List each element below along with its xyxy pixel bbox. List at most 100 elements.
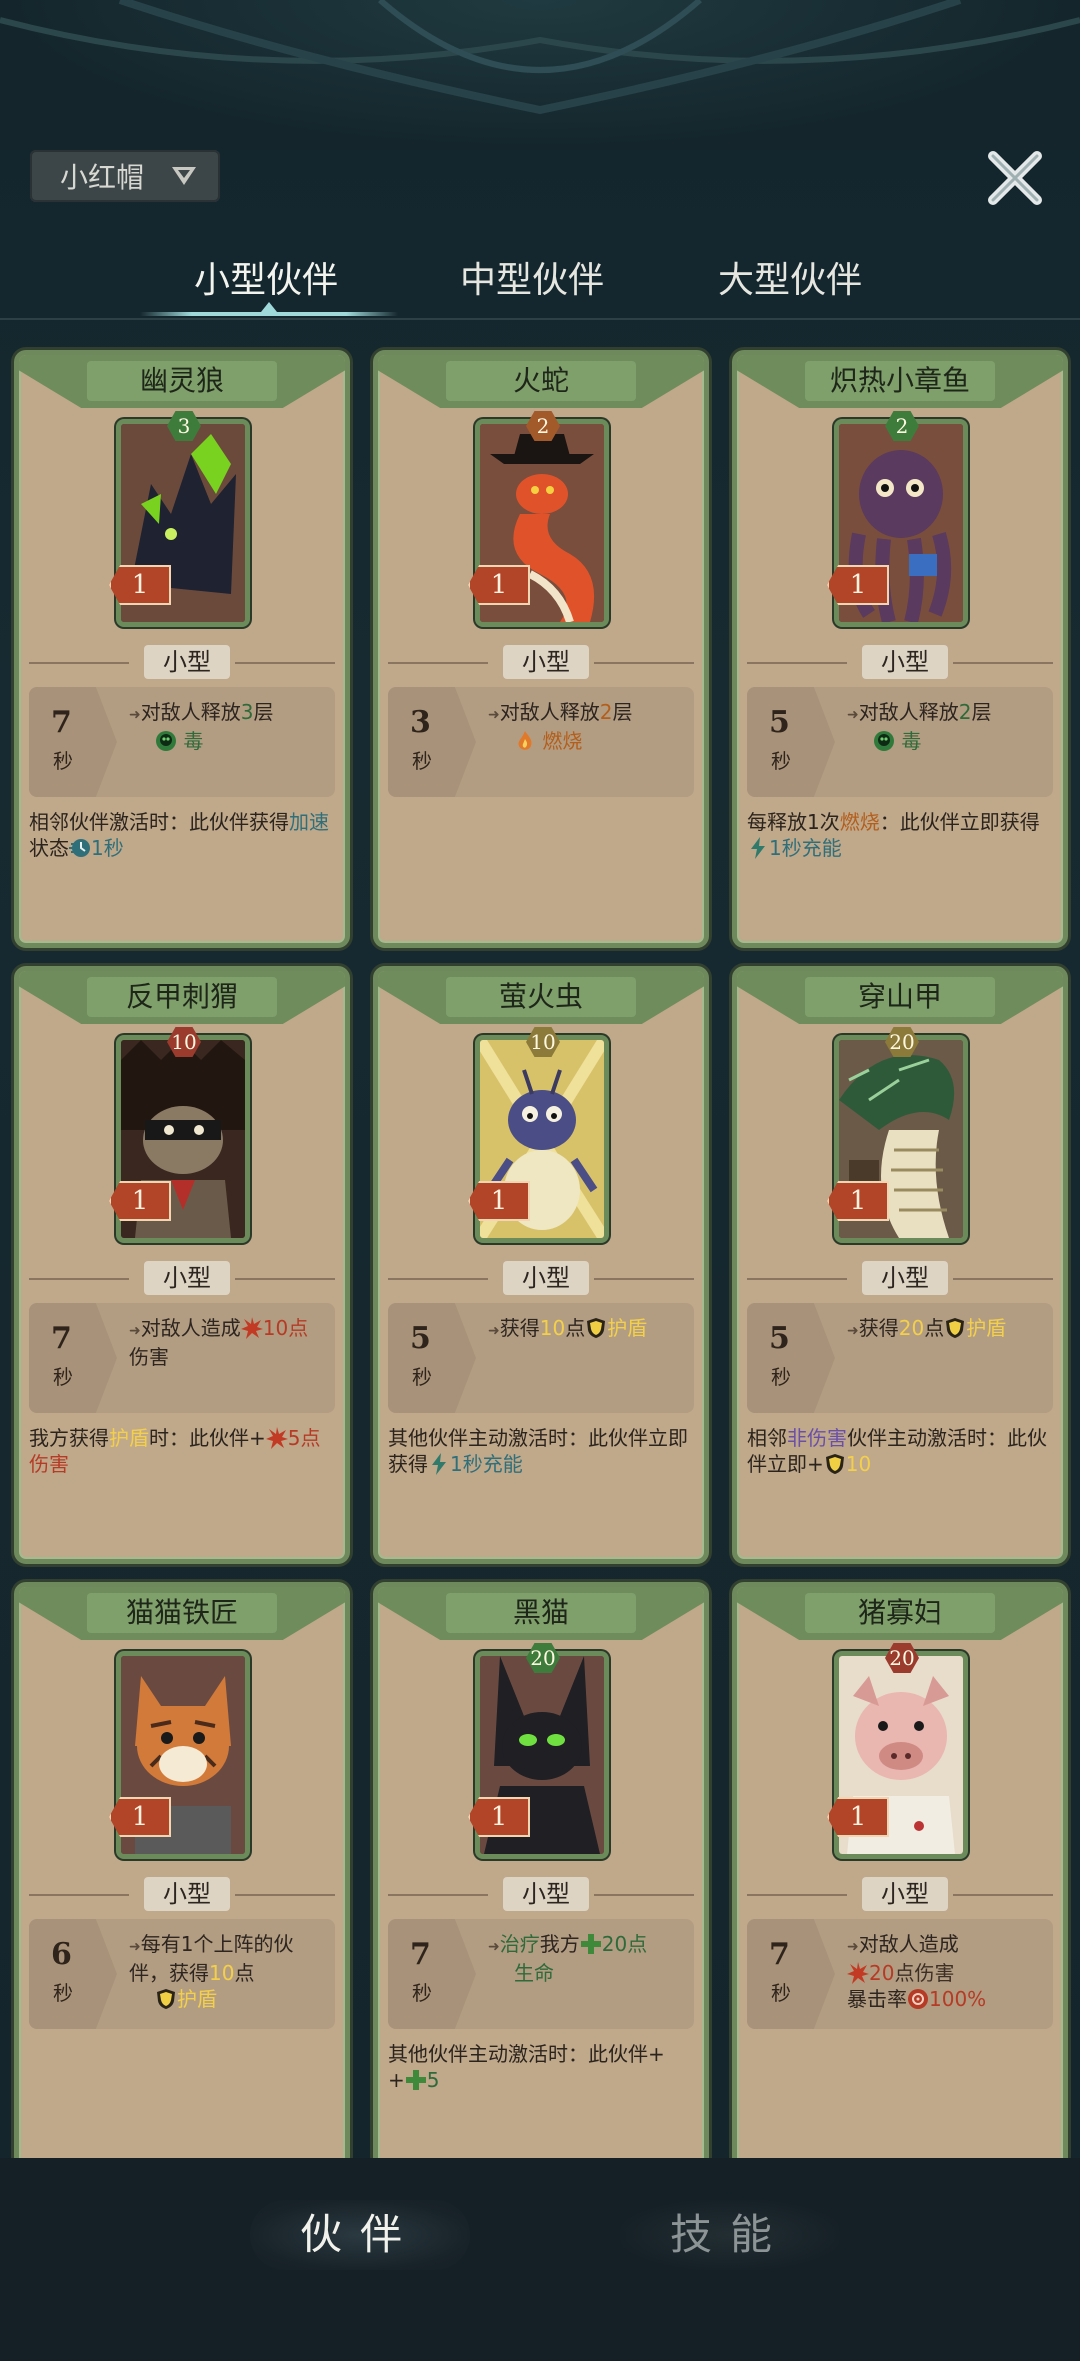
cooldown-value: 7 xyxy=(769,1937,790,1972)
effect-keyword: 毒 xyxy=(183,729,204,753)
burn-flame-icon xyxy=(514,730,536,752)
size-label: 小型 xyxy=(862,645,948,679)
level-tag: 1 xyxy=(109,1181,171,1221)
active-effect: ➜对敌人释放2层 毒 xyxy=(847,700,992,753)
effect-suffix: 点 xyxy=(924,1316,945,1340)
companion-card[interactable]: 萤火虫 10 1 小型 5 秒 ➜获得10点 护盾 其他伙伴主动激活时：此伙伴立… xyxy=(373,966,709,1564)
companion-card[interactable]: 反甲刺猬 10 1 小型 7 秒 ➜对敌人造成 10点 伤害 我方获得护盾时：此… xyxy=(14,966,350,1564)
effect-value: 10 xyxy=(539,1316,566,1340)
cooldown-timer: 5 秒 xyxy=(388,1303,476,1413)
divider xyxy=(29,1278,129,1280)
size-row: 小型 xyxy=(388,1261,694,1297)
effect-keyword: 生命 xyxy=(514,1961,554,1985)
companion-name: 火蛇 xyxy=(446,361,636,401)
passive-value: 1秒 xyxy=(91,836,124,860)
companion-card[interactable]: 火蛇 2 1 小型 3 秒 ➜对敌人释放2层 燃烧 xyxy=(373,350,709,948)
level-tag: 1 xyxy=(827,1797,889,1837)
companion-name: 炽热小章鱼 xyxy=(805,361,995,401)
effect-value: 2 xyxy=(599,700,613,724)
stat-box: 5 秒 ➜获得20点 护盾 xyxy=(747,1303,1053,1413)
size-label: 小型 xyxy=(503,645,589,679)
companion-card[interactable]: 幽灵狼 3 1 小型 7 秒 ➜对敌人释放3层 毒 相邻伙伴激活时：此伙伴获得加… xyxy=(14,350,350,948)
passive-text: 相邻 xyxy=(747,1426,787,1450)
divider xyxy=(747,1278,847,1280)
crit-label: 暴击率 xyxy=(847,1987,907,2011)
cooldown-unit: 秒 xyxy=(771,749,791,773)
tab-caret-icon xyxy=(261,302,277,312)
effect-keyword: 伤害 xyxy=(129,1345,169,1369)
divider xyxy=(747,1894,847,1896)
cooldown-value: 3 xyxy=(410,705,431,740)
size-row: 小型 xyxy=(747,1261,1053,1297)
effect-keyword: 毒 xyxy=(901,729,922,753)
companion-card[interactable]: 黑猫 20 1 小型 7 秒 ➜治疗我方 20点 生命 其他伙伴主动激活时：此伙… xyxy=(373,1582,709,2180)
stat-box: 7 秒 ➜对敌人造成 10点 伤害 xyxy=(29,1303,335,1413)
active-effect: ➜获得20点 护盾 xyxy=(847,1316,1007,1340)
stat-box: 6 秒 ➜每有1个上阵的伙伴，获得10点 护盾 xyxy=(29,1919,335,2029)
size-row: 小型 xyxy=(29,1877,335,1913)
cooldown-unit: 秒 xyxy=(771,1365,791,1389)
size-row: 小型 xyxy=(747,1877,1053,1913)
cooldown-timer: 5 秒 xyxy=(747,1303,835,1413)
close-icon[interactable] xyxy=(985,148,1045,208)
effect-text: 我方 xyxy=(539,1932,580,1956)
passive-keyword: 伤害 xyxy=(29,1452,69,1476)
tab-large[interactable]: 大型伙伴 xyxy=(718,256,862,316)
tab-active-indicator xyxy=(140,312,398,316)
divider xyxy=(747,662,847,664)
passive-keyword: 充能 xyxy=(801,836,842,860)
cooldown-unit: 秒 xyxy=(53,1981,73,2005)
divider xyxy=(235,1894,335,1896)
cooldown-unit: 秒 xyxy=(53,749,73,773)
tab-medium[interactable]: 中型伙伴 xyxy=(460,256,604,316)
header-decoration xyxy=(0,0,1080,150)
cooldown-timer: 3 秒 xyxy=(388,687,476,797)
poison-skull-icon xyxy=(873,730,895,752)
effect-value: 20 xyxy=(601,1932,628,1956)
stat-box: 3 秒 ➜对敌人释放2层 燃烧 xyxy=(388,687,694,797)
passive-keyword: 充能 xyxy=(482,1452,523,1476)
size-label: 小型 xyxy=(144,1877,230,1911)
effect-suffix: 点 xyxy=(565,1316,586,1340)
size-row: 小型 xyxy=(29,1261,335,1297)
companion-card[interactable]: 穿山甲 20 1 小型 5 秒 ➜获得20点 护盾 相邻非伤害伙伴主动激活时：此… xyxy=(732,966,1068,1564)
size-tabs: 小型伙伴 中型伙伴 大型伙伴 xyxy=(0,250,1080,320)
crit-target-icon xyxy=(907,1988,929,2010)
level-tag: 1 xyxy=(109,1797,171,1837)
effect-value: 3 xyxy=(240,700,254,724)
poison-skull-icon xyxy=(155,730,177,752)
passive-effect: 其他伙伴主动激活时：此伙伴+ +5 xyxy=(388,2042,665,2092)
passive-text: 我方获得 xyxy=(29,1426,109,1450)
companion-card[interactable]: 炽热小章鱼 2 1 小型 5 秒 ➜对敌人释放2层 毒 每释放1次燃烧：此伙伴立… xyxy=(732,350,1068,948)
divider xyxy=(29,662,129,664)
divider xyxy=(594,1894,694,1896)
nav-companions[interactable]: 伙伴 xyxy=(250,2200,470,2270)
chevron-down-icon xyxy=(172,167,197,185)
active-effect: ➜治疗我方 20点 生命 xyxy=(488,1932,648,1985)
cooldown-unit: 秒 xyxy=(412,1981,432,2005)
effect-value: 20 xyxy=(869,1961,895,1985)
size-label: 小型 xyxy=(503,1877,589,1911)
character-selector[interactable]: 小红帽 xyxy=(30,150,220,202)
shield-icon xyxy=(155,1988,177,2010)
stat-box: 7 秒 ➜治疗我方 20点 生命 xyxy=(388,1919,694,2029)
active-effect: ➜获得10点 护盾 xyxy=(488,1316,648,1340)
divider xyxy=(235,1278,335,1280)
charge-bolt-icon xyxy=(428,1453,450,1475)
size-label: 小型 xyxy=(862,1261,948,1295)
effect-keyword: 护盾 xyxy=(177,1987,217,2011)
size-label: 小型 xyxy=(144,645,230,679)
companion-card[interactable]: 猪寡妇 20 1 小型 7 秒 ➜对敌人造成 20点伤害 暴击率 100% xyxy=(732,1582,1068,2180)
companion-name: 猫猫铁匠 xyxy=(87,1593,277,1633)
divider xyxy=(388,1278,488,1280)
active-effect: ➜每有1个上阵的伙伴，获得10点 护盾 xyxy=(129,1932,294,2011)
passive-text: 每释放1次 xyxy=(747,810,840,834)
stat-box: 7 秒 ➜对敌人造成 20点伤害 暴击率 100% xyxy=(747,1919,1053,2029)
effect-suffix: 点 xyxy=(627,1932,648,1956)
nav-skills[interactable]: 技能 xyxy=(620,2200,840,2270)
passive-effect: 我方获得护盾时：此伙伴+ 5点 伤害 xyxy=(29,1425,339,1477)
companion-card[interactable]: 猫猫铁匠 1 小型 6 秒 ➜每有1个上阵的伙伴，获得10点 护盾 xyxy=(14,1582,350,2180)
damage-burst-icon xyxy=(847,1962,869,1984)
cooldown-value: 7 xyxy=(51,1321,72,1356)
effect-value: 2 xyxy=(958,700,972,724)
